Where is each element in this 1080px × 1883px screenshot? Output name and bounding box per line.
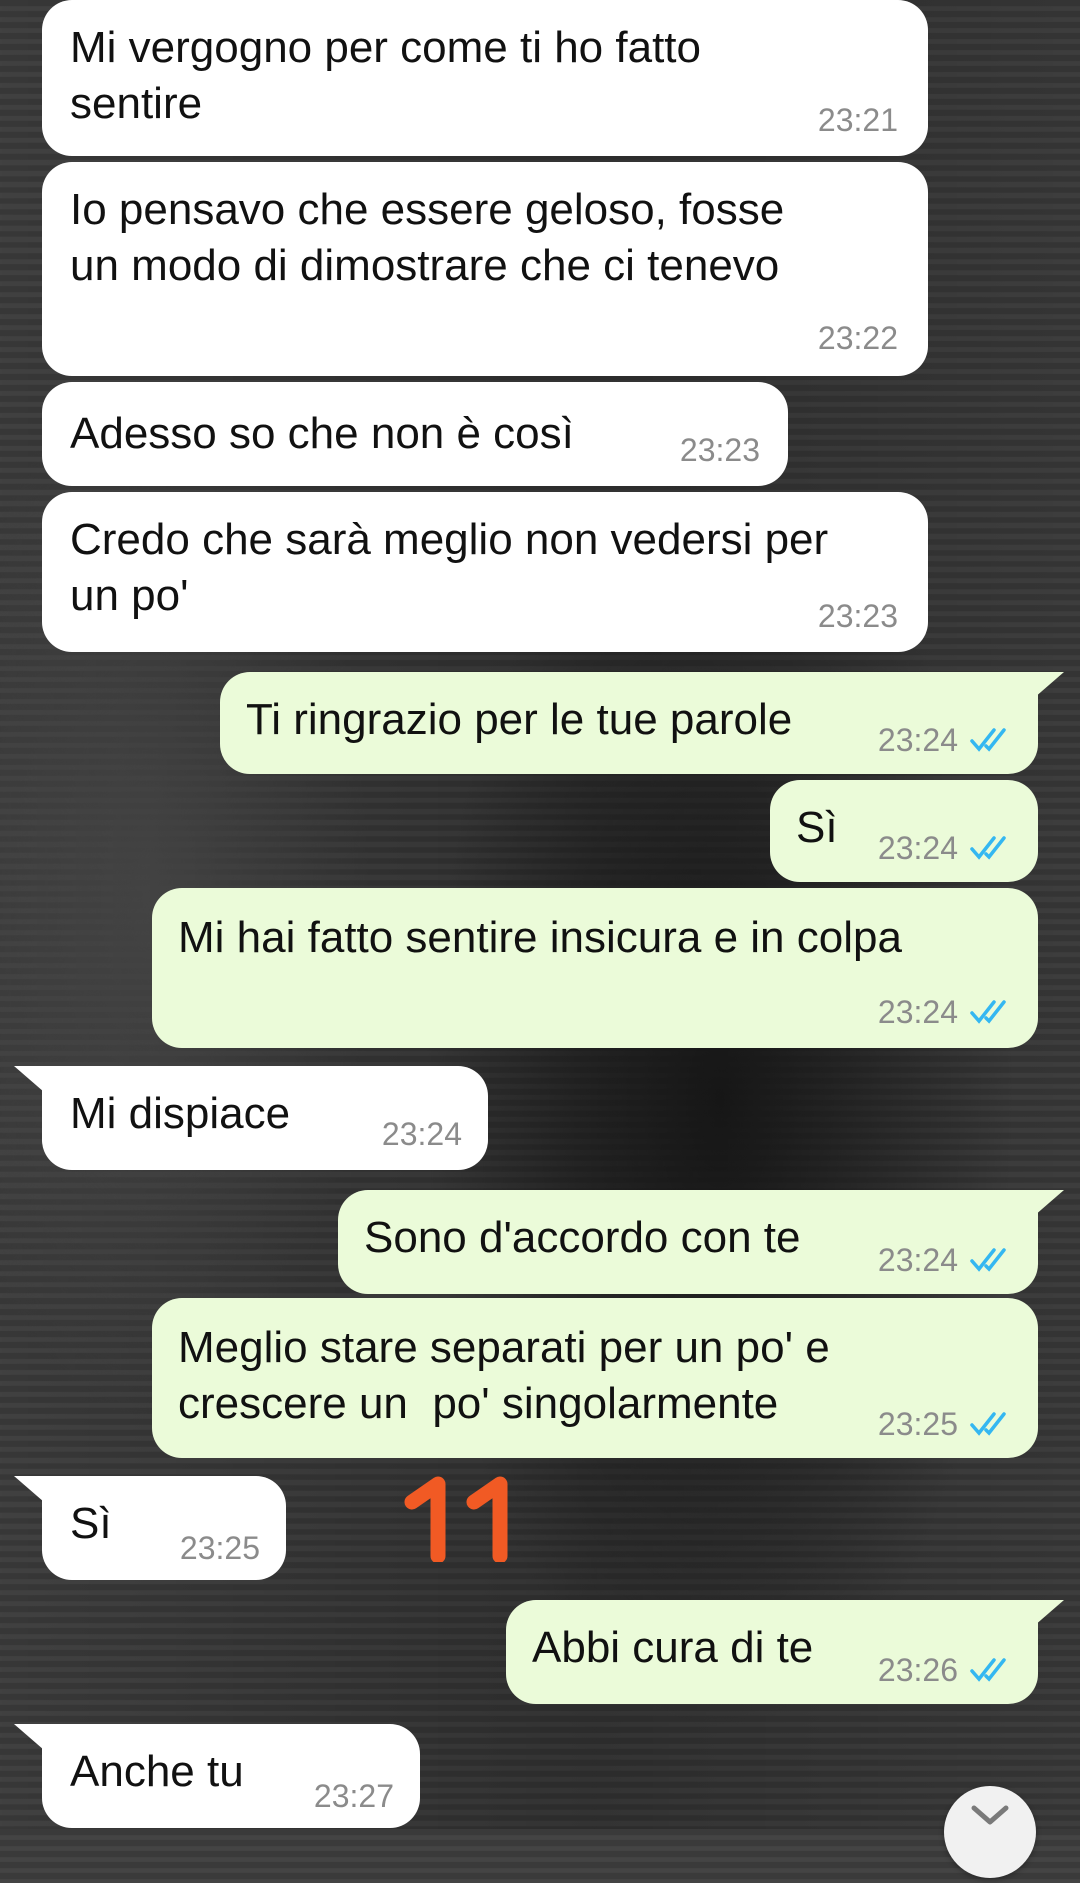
message-text: Abbi cura di te <box>532 1623 814 1672</box>
read-receipt-icon <box>970 1248 1006 1272</box>
message-bubble-outgoing[interactable]: Ti ringrazio per le tue parole 23:24 <box>220 672 1038 774</box>
message-text: Credo che sarà meglio non vedersi per un… <box>70 515 829 620</box>
message-time: 23:24 <box>877 830 958 866</box>
message-list[interactable]: Mi vergogno per come ti ho fatto sentire… <box>0 0 1080 1829</box>
message-time: 23:24 <box>877 1242 958 1278</box>
message-text: Sì <box>796 803 838 852</box>
bubble-tail <box>1034 1190 1064 1216</box>
message-bubble-incoming[interactable]: Anche tu 23:27 <box>42 1724 420 1828</box>
message-bubble-incoming[interactable]: Mi dispiace 23:24 <box>42 1066 488 1170</box>
bubble-tail <box>14 1476 44 1502</box>
message-bubble-incoming[interactable]: Credo che sarà meglio non vedersi per un… <box>42 492 928 652</box>
message-bubble-outgoing[interactable]: Mi hai fatto sentire insicura e in colpa… <box>152 888 1038 1048</box>
read-receipt-icon <box>970 1412 1006 1436</box>
message-text: Adesso so che non è così <box>70 409 574 458</box>
message-bubble-outgoing[interactable]: Sono d'accordo con te 23:24 <box>338 1190 1038 1294</box>
message-bubble-incoming[interactable]: Io pensavo che essere geloso, fosse un m… <box>42 162 928 376</box>
bubble-tail <box>14 1724 44 1750</box>
scroll-to-bottom-button[interactable] <box>944 1786 1036 1878</box>
message-time: 23:23 <box>817 598 898 634</box>
read-receipt-icon <box>970 728 1006 752</box>
read-receipt-icon <box>970 836 1006 860</box>
message-time: 23:21 <box>817 102 898 138</box>
bubble-tail <box>1034 1600 1064 1626</box>
message-text: Mi vergogno per come ti ho fatto sentire <box>70 23 701 128</box>
handwritten-annotation: 11 <box>404 1476 534 1564</box>
message-text: Mi hai fatto sentire insicura e in colpa <box>178 913 902 962</box>
message-bubble-outgoing[interactable]: Meglio stare separati per un po' e cresc… <box>152 1298 1038 1458</box>
message-text: Sì <box>70 1499 112 1548</box>
message-time: 23:26 <box>877 1652 958 1688</box>
message-bubble-outgoing[interactable]: Sì 23:24 <box>770 780 1038 882</box>
message-time: 23:24 <box>877 722 958 758</box>
message-time: 23:25 <box>179 1530 260 1566</box>
message-text: Ti ringrazio per le tue parole <box>246 695 793 744</box>
message-time: 23:25 <box>877 1406 958 1442</box>
message-text: Mi dispiace <box>70 1089 291 1138</box>
message-text: Anche tu <box>70 1747 244 1796</box>
message-time: 23:23 <box>679 432 760 468</box>
message-text: Meglio stare separati per un po' e cresc… <box>178 1323 830 1428</box>
message-time: 23:24 <box>877 994 958 1030</box>
message-text: Io pensavo che essere geloso, fosse un m… <box>70 185 785 290</box>
bubble-tail <box>1034 672 1064 698</box>
bubble-tail <box>14 1066 44 1092</box>
read-receipt-icon <box>970 1000 1006 1024</box>
message-bubble-incoming[interactable]: Mi vergogno per come ti ho fatto sentire… <box>42 0 928 156</box>
chevron-down-icon <box>971 1805 1009 1825</box>
message-time: 23:27 <box>313 1778 394 1814</box>
read-receipt-icon <box>970 1658 1006 1682</box>
message-time: 23:22 <box>817 320 898 356</box>
message-bubble-incoming[interactable]: Sì 23:25 <box>42 1476 286 1580</box>
message-bubble-outgoing[interactable]: Abbi cura di te 23:26 <box>506 1600 1038 1704</box>
message-bubble-incoming[interactable]: Adesso so che non è così 23:23 <box>42 382 788 486</box>
message-text: Sono d'accordo con te <box>364 1213 801 1262</box>
message-time: 23:24 <box>381 1116 462 1152</box>
